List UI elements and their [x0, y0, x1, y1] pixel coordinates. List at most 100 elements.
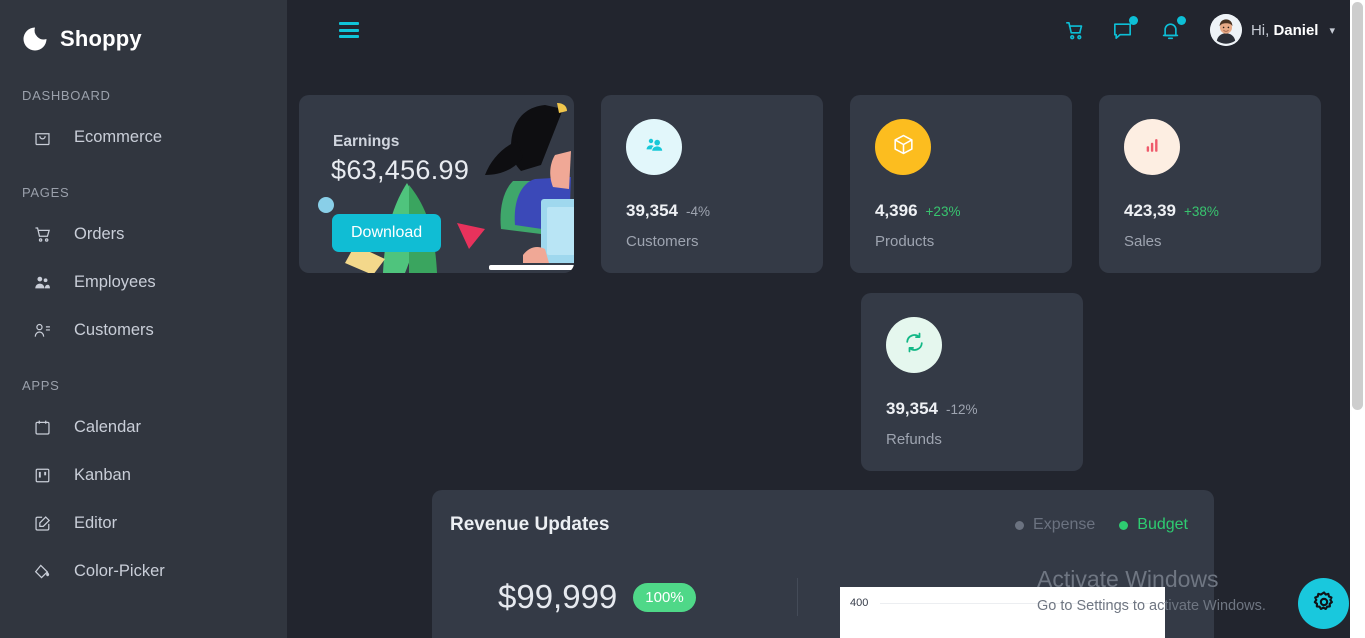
sidebar-item-label: Kanban [74, 465, 131, 484]
sidebar-item-ecommerce[interactable]: Ecommerce [0, 115, 287, 159]
revenue-header: Revenue Updates Expense Budget [450, 514, 1188, 536]
earnings-label: Earnings [333, 133, 400, 150]
stat-card-refunds[interactable]: 39,354 -12% Refunds [861, 293, 1083, 471]
sidebar-item-label: Editor [74, 513, 118, 532]
legend-bullet [1015, 520, 1025, 530]
sidebar-item-customers[interactable]: Customers [0, 308, 287, 352]
stat-percent: +38% [1184, 204, 1219, 219]
greeting-text: Hi, Daniel [1251, 22, 1319, 39]
avatar [1209, 14, 1242, 46]
stat-value-line: 39,354 -12% [886, 399, 1083, 419]
summary-cards-row-2: 39,354 -12% Refunds [299, 293, 1313, 471]
stat-title: Sales [1124, 233, 1162, 250]
stat-icon-circle [1124, 119, 1180, 175]
user-name: Daniel [1273, 21, 1319, 39]
edit-square-icon [32, 513, 52, 533]
users-icon [642, 133, 666, 162]
sidebar-item-label: Color-Picker [74, 561, 165, 580]
moon-logo-icon [22, 26, 48, 52]
sidebar-item-employees[interactable]: Employees [0, 260, 287, 304]
sidebar-item-label: Employees [74, 272, 156, 291]
refresh-sync-icon [902, 330, 927, 360]
chart-gridline [880, 603, 1155, 604]
chat-icon[interactable] [1110, 16, 1138, 43]
notification-badge [1176, 16, 1186, 25]
brand-name: Shoppy [60, 26, 142, 51]
paint-bucket-icon [32, 561, 52, 581]
page-scrollbar-thumb[interactable] [1352, 2, 1363, 410]
stat-card-customers[interactable]: 39,354 -4% Customers [601, 95, 823, 273]
legend-item-expense[interactable]: Expense [1015, 516, 1095, 534]
bar-chart-icon [1141, 134, 1163, 161]
stat-percent: -4% [686, 204, 711, 219]
stat-icon-circle [875, 119, 931, 175]
summary-cards-row: Earnings $63,456.99 Download 39,354 -4% … [299, 95, 1321, 273]
stat-value-line: 39,354 -4% [626, 201, 823, 221]
stat-value: 39,354 [626, 201, 678, 220]
revenue-amount: $99,999 [498, 578, 618, 615]
user-menu[interactable]: Hi, Daniel ▾ [1209, 14, 1335, 46]
revenue-chart[interactable]: 400 [840, 587, 1165, 638]
chart-y-tick: 400 [850, 597, 869, 609]
stat-value: 4,396 [875, 201, 918, 220]
stat-icon-circle [626, 119, 682, 175]
stat-card-products[interactable]: 4,396 +23% Products [850, 95, 1072, 273]
sidebar-item-color-picker[interactable]: Color-Picker [0, 549, 287, 593]
sidebar-item-label: Customers [74, 320, 154, 339]
revenue-legend: Expense Budget [1015, 516, 1188, 534]
notification-bell-icon[interactable] [1158, 16, 1186, 43]
app-root: Shoppy DASHBOARD Ecommerce PAGES Orders … [0, 0, 1365, 638]
revenue-title: Revenue Updates [450, 514, 610, 535]
revenue-updates-panel: Revenue Updates Expense Budget $99,999 1… [432, 490, 1214, 638]
download-button[interactable]: Download [332, 214, 442, 252]
earnings-value: $63,456.99 [331, 155, 470, 185]
package-box-icon [891, 132, 916, 162]
sidebar: Shoppy DASHBOARD Ecommerce PAGES Orders … [0, 0, 287, 638]
legend-label: Expense [1033, 516, 1096, 533]
chat-badge [1128, 16, 1138, 25]
stat-title: Refunds [886, 431, 942, 448]
settings-gear-icon [1311, 589, 1337, 618]
brand[interactable]: Shoppy [0, 0, 287, 62]
stat-title: Customers [626, 233, 699, 250]
legend-item-budget[interactable]: Budget [1119, 516, 1188, 534]
main-area: Hi, Daniel ▾ Earnings $63,456.99 Downloa… [287, 0, 1365, 638]
settings-fab-button[interactable] [1298, 578, 1349, 629]
revenue-percent-badge: 100% [633, 582, 696, 612]
sidebar-item-label: Ecommerce [74, 127, 163, 146]
sidebar-item-editor[interactable]: Editor [0, 501, 287, 545]
stat-icon-circle [886, 317, 942, 373]
sidebar-item-orders[interactable]: Orders [0, 212, 287, 256]
sidebar-item-calendar[interactable]: Calendar [0, 405, 287, 449]
sidebar-section-pages: PAGES [22, 185, 70, 200]
hamburger-menu-icon[interactable] [339, 22, 359, 38]
sidebar-item-kanban[interactable]: Kanban [0, 453, 287, 497]
sidebar-section-apps: APPS [22, 378, 60, 393]
stat-card-sales[interactable]: 423,39 +38% Sales [1099, 95, 1321, 273]
stat-percent: -12% [946, 402, 978, 417]
sidebar-section-dashboard: DASHBOARD [22, 88, 111, 103]
chevron-down-icon[interactable]: ▾ [1329, 24, 1335, 37]
cart-icon[interactable] [1062, 17, 1088, 43]
sidebar-item-label: Calendar [74, 417, 141, 436]
dashboard-content: Earnings $63,456.99 Download 39,354 -4% … [287, 60, 1365, 638]
legend-label: Budget [1137, 516, 1188, 533]
topbar-actions: Hi, Daniel ▾ [1062, 14, 1335, 46]
sidebar-item-label: Orders [74, 224, 125, 243]
kanban-board-icon [32, 465, 52, 485]
calendar-icon [32, 417, 52, 437]
stat-value-line: 4,396 +23% [875, 201, 1072, 221]
stat-value-line: 423,39 +38% [1124, 201, 1321, 221]
employees-icon [32, 272, 52, 292]
customer-list-icon [32, 320, 52, 340]
greeting-prefix: Hi, [1250, 21, 1270, 39]
stat-title: Products [875, 233, 935, 250]
legend-bullet [1119, 520, 1129, 530]
stat-value: 423,39 [1124, 201, 1176, 220]
shopping-bag-icon [32, 127, 52, 147]
earnings-card: Earnings $63,456.99 Download [299, 95, 574, 273]
shopping-cart-icon [32, 224, 52, 244]
stat-percent: +23% [925, 204, 961, 219]
topbar: Hi, Daniel ▾ [287, 0, 1365, 60]
revenue-summary: $99,999 100% [450, 578, 795, 616]
